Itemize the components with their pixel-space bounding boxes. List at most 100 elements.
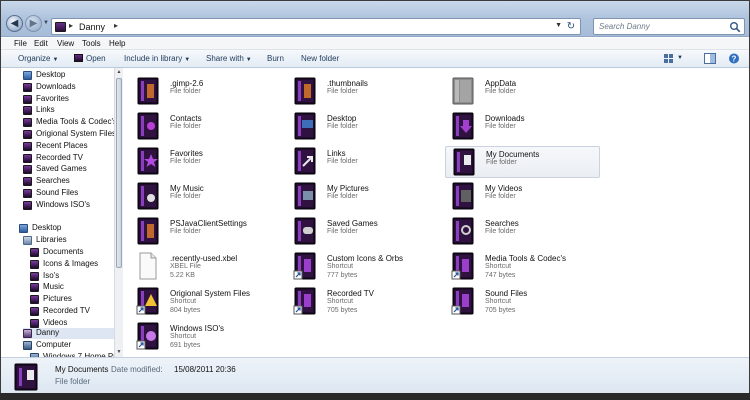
sidebar-item-links[interactable]: Links — [23, 105, 114, 116]
sidebar-item-downloads[interactable]: Downloads — [23, 82, 114, 93]
file-item[interactable]: Windows ISO's Shortcut 691 bytes — [130, 321, 285, 353]
folder-icon — [55, 22, 66, 32]
breadcrumb-chevron-icon[interactable]: ▸ — [114, 21, 118, 30]
breadcrumb-chevron-icon[interactable]: ▸ — [69, 21, 73, 30]
sidebar-item-windows-isos[interactable]: Windows ISO's — [23, 200, 114, 211]
file-item-type: File folder — [170, 193, 201, 200]
file-item-name: Desktop — [327, 114, 357, 123]
file-item[interactable]: My Videos File folder — [445, 181, 600, 213]
file-item[interactable]: .recently-used.xbel XBEL File 5.22 KB — [130, 251, 285, 283]
file-item[interactable]: .thumbnails File folder — [287, 76, 442, 108]
sidebar-item-sound-files[interactable]: Sound Files — [23, 188, 114, 199]
file-item[interactable]: Contacts File folder — [130, 111, 285, 143]
nav-item-label: Favorites — [36, 93, 69, 103]
menu-edit[interactable]: Edit — [34, 39, 48, 48]
refresh-icon[interactable]: ↻ — [564, 20, 578, 33]
forward-button[interactable]: ▶ — [25, 15, 42, 32]
address-bar[interactable]: ▸ Danny ▸ ▼ ↻ — [51, 18, 581, 35]
include-in-library-button[interactable]: Include in library ▼ — [124, 54, 190, 63]
file-item[interactable]: My Pictures File folder — [287, 181, 442, 213]
file-item[interactable]: Desktop File folder — [287, 111, 442, 143]
sidebar-item-lib-pictures[interactable]: Pictures — [30, 294, 114, 305]
sidebar-item-recent-places[interactable]: Recent Places — [23, 141, 114, 152]
menu-tools[interactable]: Tools — [82, 39, 101, 48]
view-dropdown-icon[interactable]: ▼ — [677, 55, 683, 61]
library-folder-icon — [30, 295, 39, 305]
sidebar-item-lib-recorded-tv[interactable]: Recorded TV — [30, 306, 114, 317]
menu-file[interactable]: File — [14, 39, 27, 48]
file-item[interactable]: PSJavaClientSettings File folder — [130, 216, 285, 248]
file-item[interactable]: Custom Icons & Orbs Shortcut 777 bytes — [287, 251, 442, 283]
nav-item-label: Recorded TV — [43, 306, 90, 315]
file-item-type: Shortcut — [485, 298, 512, 305]
view-options-icon[interactable] — [663, 53, 675, 64]
sidebar-item-recorded-tv[interactable]: Recorded TV — [23, 153, 114, 164]
nav-scrollbar[interactable]: ▲ ▼ — [114, 68, 123, 357]
file-item[interactable]: Searches File folder — [445, 216, 600, 248]
sidebar-item-lib-documents[interactable]: Documents — [30, 247, 114, 258]
file-item-type: File folder — [485, 193, 516, 200]
file-item[interactable]: Favorites File folder — [130, 146, 285, 178]
sidebar-item-searches[interactable]: Searches — [23, 176, 114, 187]
new-folder-button[interactable]: New folder — [301, 54, 339, 63]
folder-icon — [23, 200, 32, 210]
shortcut-folder-icon — [293, 287, 316, 315]
scroll-down-icon[interactable]: ▼ — [115, 348, 123, 357]
breadcrumb-danny[interactable]: Danny — [79, 22, 105, 32]
desktop-icon — [23, 71, 32, 80]
organize-button[interactable]: Organize ▼ — [18, 54, 58, 63]
file-item[interactable]: Saved Games File folder — [287, 216, 442, 248]
sidebar-item-favorites[interactable]: Favorites — [23, 94, 114, 105]
preview-pane-icon[interactable] — [704, 53, 716, 64]
menu-view[interactable]: View — [57, 39, 74, 48]
file-item[interactable]: Recorded TV Shortcut 705 bytes — [287, 286, 442, 318]
burn-button[interactable]: Burn — [267, 54, 284, 63]
file-icon — [139, 252, 157, 280]
sidebar-item-desktop[interactable]: Desktop — [23, 70, 114, 81]
back-button[interactable]: ◀ — [6, 15, 23, 32]
file-item[interactable]: Downloads File folder — [445, 111, 600, 143]
file-item[interactable]: AppData File folder — [445, 76, 600, 108]
recent-pages-dropdown[interactable]: ▼ — [43, 20, 50, 28]
search-icon[interactable] — [729, 21, 741, 33]
folder-icon — [23, 82, 32, 92]
contacts-folder-icon — [137, 112, 159, 140]
sidebar-item-origional-system-files[interactable]: Origional System Files — [23, 129, 114, 140]
file-item[interactable]: Media Tools & Codec's Shortcut 747 bytes — [445, 251, 600, 283]
sidebar-item-libraries[interactable]: Libraries — [23, 235, 114, 246]
folder-icon — [23, 177, 32, 187]
menu-help[interactable]: Help — [109, 39, 125, 48]
sidebar-item-media-tools[interactable]: Media Tools & Codec's — [23, 117, 114, 128]
sidebar-item-computer[interactable]: Computer — [23, 340, 114, 351]
file-item[interactable]: Links File folder — [287, 146, 442, 178]
address-history-dropdown[interactable]: ▼ — [555, 22, 562, 29]
sidebar-item-lib-icons-images[interactable]: Icons & Images — [30, 259, 114, 270]
scroll-thumb[interactable] — [116, 78, 122, 268]
folder-icon — [294, 77, 316, 105]
open-button[interactable]: Open — [74, 54, 106, 63]
scroll-up-icon[interactable]: ▲ — [115, 68, 123, 77]
search-input[interactable]: Search Danny — [593, 18, 745, 35]
file-item[interactable]: Origional System Files Shortcut 804 bytes — [130, 286, 285, 318]
sidebar-item-danny[interactable]: Danny — [23, 328, 114, 339]
music-folder-icon — [137, 182, 159, 210]
share-with-button[interactable]: Share with ▼ — [206, 54, 252, 63]
sidebar-item-lib-isos[interactable]: Iso's — [30, 271, 114, 282]
file-item[interactable]: .gimp-2.6 File folder — [130, 76, 285, 108]
details-item-type: File folder — [55, 377, 91, 386]
file-item-name: .thumbnails — [327, 79, 368, 88]
file-item[interactable]: Sound Files Shortcut 705 bytes — [445, 286, 600, 318]
pictures-folder-icon — [294, 182, 316, 210]
sidebar-item-lib-music[interactable]: Music — [30, 282, 114, 293]
file-item-name: Downloads — [485, 114, 525, 123]
file-item-type: File folder — [485, 88, 516, 95]
help-icon[interactable]: ? — [728, 53, 740, 64]
file-item[interactable]: My Documents File folder — [445, 146, 600, 178]
nav-item-label: Downloads — [36, 81, 76, 91]
sidebar-item-saved-games[interactable]: Saved Games — [23, 164, 114, 175]
sidebar-item-desktop-root[interactable]: Desktop — [19, 223, 114, 234]
file-item[interactable]: My Music File folder — [130, 181, 285, 213]
library-folder-icon — [30, 318, 39, 328]
nav-item-label: Computer — [36, 340, 72, 349]
chevron-down-icon: ▼ — [52, 57, 59, 63]
